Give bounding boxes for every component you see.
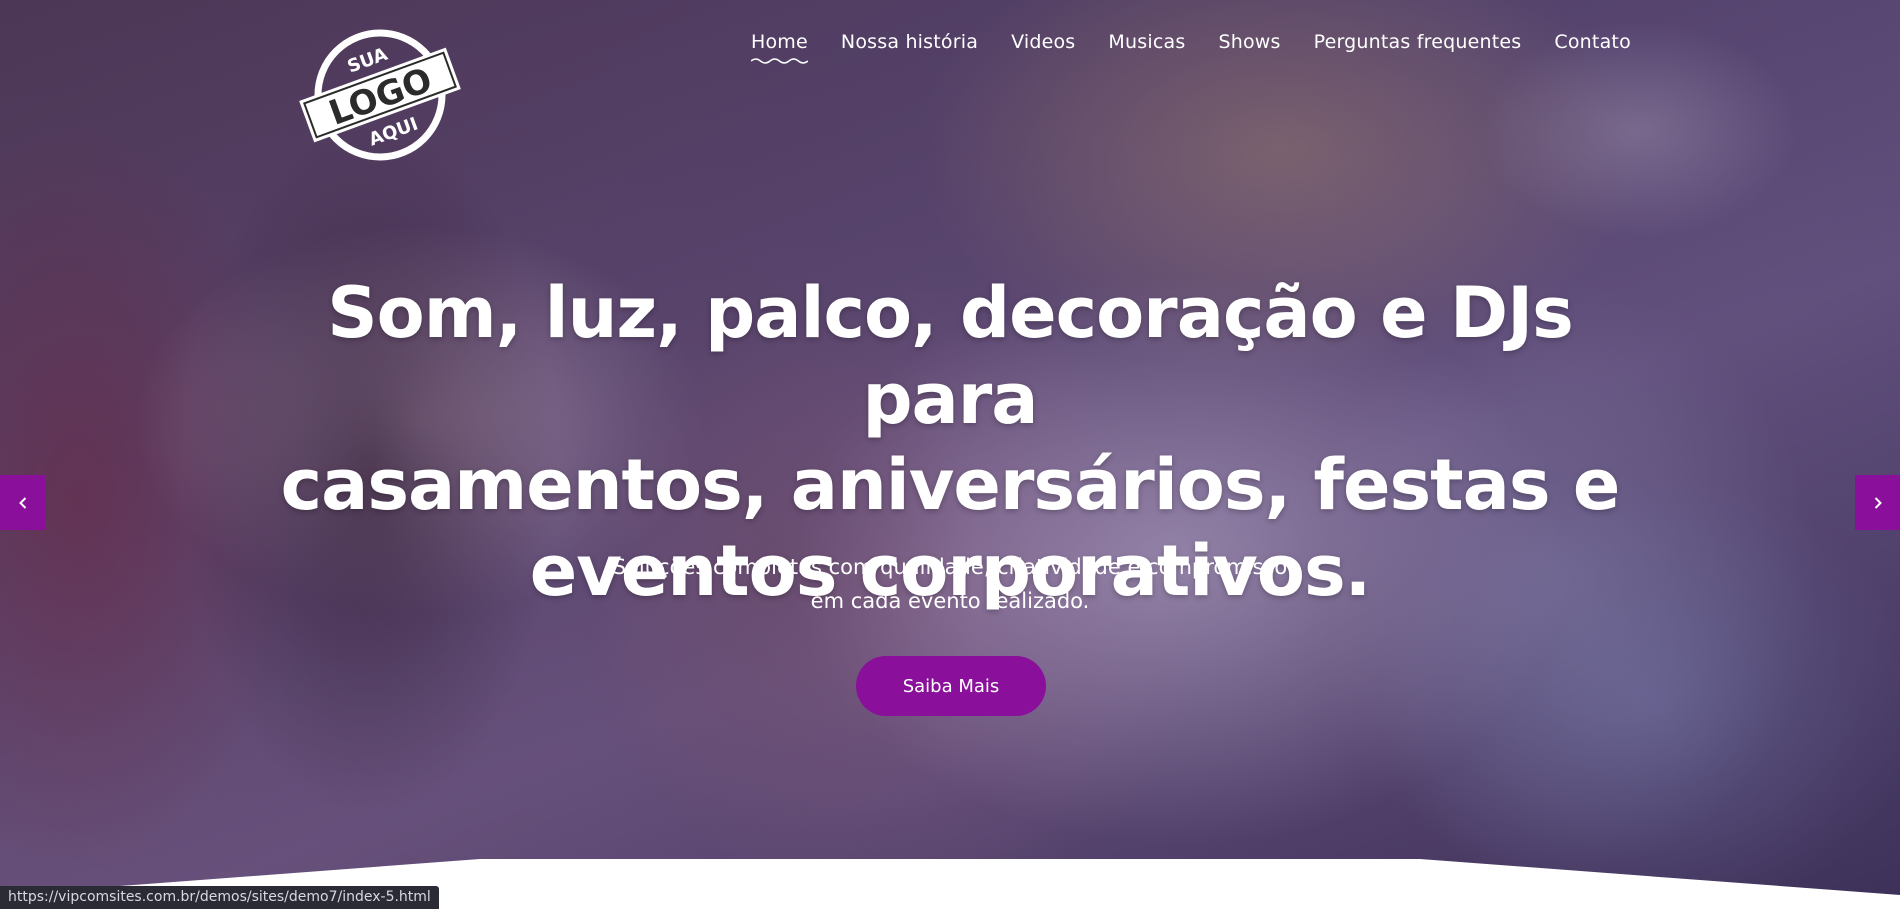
nav-item-label: Videos [1011, 31, 1076, 53]
hero-subtitle-line: Soluções completas com qualidade, criati… [612, 555, 1288, 579]
nav-item-label: Musicas [1108, 31, 1186, 53]
nav-item-musicas[interactable]: Musicas [1108, 31, 1185, 53]
nav-item-label: Nossa história [840, 31, 979, 53]
logo-badge-icon: LOGO SUA AQUI [299, 29, 461, 161]
nav-item-label: Home [751, 31, 808, 53]
logo-main-text: LOGO [324, 60, 437, 134]
chevron-left-icon [18, 496, 26, 509]
nav-item-contato[interactable]: Contato [1554, 31, 1631, 53]
hero-headline-line: Som, luz, palco, decoração e DJs para [327, 272, 1574, 440]
nav-item-label: Contato [1554, 31, 1631, 53]
active-underline-icon [751, 58, 808, 64]
nav-item-nossa-historia[interactable]: Nossa história [841, 31, 978, 53]
nav-item-home[interactable]: Home [751, 31, 808, 64]
chandelier-glow [1480, 20, 1800, 240]
nav-item-perguntas-frequentes[interactable]: Perguntas frequentes [1314, 31, 1522, 53]
hero-headline-line: casamentos, aniversários, festas e [280, 444, 1621, 526]
hero-subtitle: Soluções completas com qualidade, criati… [560, 550, 1340, 618]
chevron-right-icon [1874, 496, 1882, 509]
nav-item-label: Perguntas frequentes [1313, 31, 1522, 53]
nav-item-shows[interactable]: Shows [1218, 31, 1280, 53]
carousel-prev-button[interactable] [0, 475, 45, 530]
hero-subtitle-line: em cada evento realizado. [810, 589, 1090, 613]
site-logo[interactable]: LOGO SUA AQUI [290, 20, 470, 170]
main-navigation: Home Nossa história Videos Musicas Shows… [751, 31, 1631, 64]
saiba-mais-button[interactable]: Saiba Mais [856, 656, 1046, 716]
nav-item-videos[interactable]: Videos [1011, 31, 1075, 53]
nav-item-label: Shows [1218, 31, 1281, 53]
browser-status-url: https://vipcomsites.com.br/demos/sites/d… [0, 886, 439, 909]
carousel-next-button[interactable] [1855, 475, 1900, 530]
